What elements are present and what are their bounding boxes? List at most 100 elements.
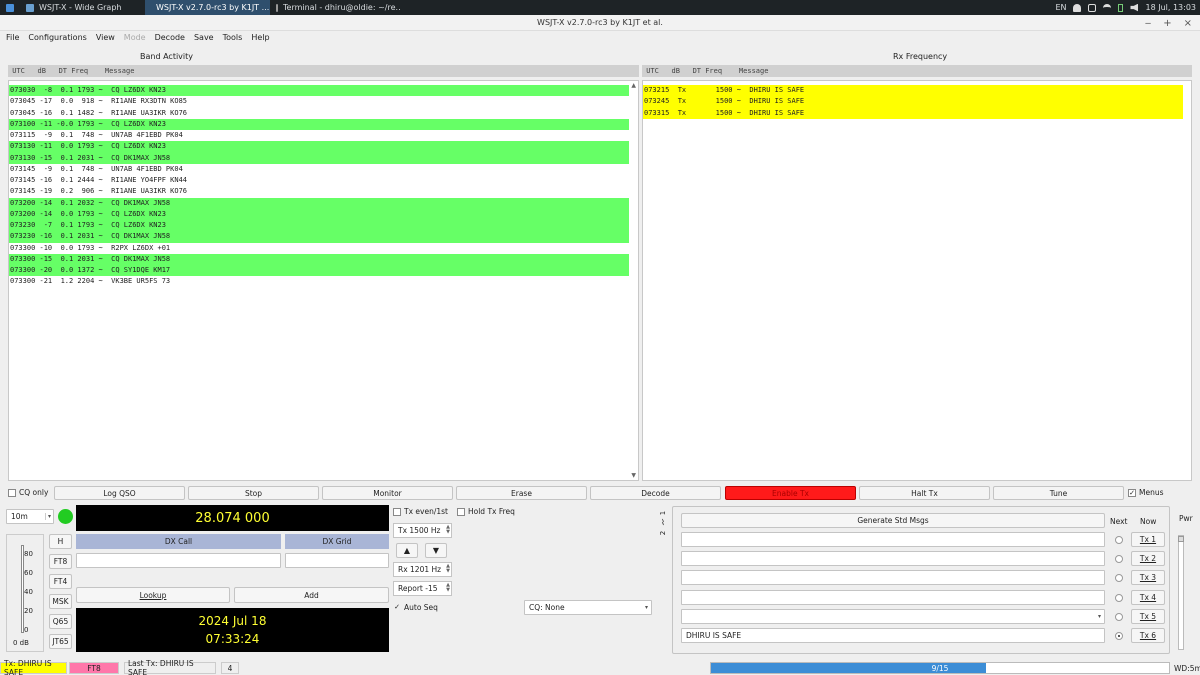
tx2-message-input[interactable] xyxy=(681,551,1105,567)
tune-button[interactable]: Tune xyxy=(993,486,1124,500)
menu-save[interactable]: Save xyxy=(194,33,214,42)
chevron-down-icon[interactable]: ▾ xyxy=(1098,613,1101,620)
tx-even-checkbox[interactable]: Tx even/1st xyxy=(393,507,448,516)
tx4-message-input[interactable] xyxy=(681,589,1105,605)
tx4-next-radio[interactable] xyxy=(1115,593,1123,602)
dx-call-input[interactable] xyxy=(76,553,281,568)
wifi-icon[interactable] xyxy=(1103,3,1112,12)
bluetooth-icon[interactable] xyxy=(1088,3,1097,12)
tx2-now-button[interactable]: Tx 2 xyxy=(1131,551,1165,567)
mode-h-button[interactable]: H xyxy=(49,534,72,549)
auto-seq-checkbox[interactable]: ✓ Auto Seq xyxy=(393,603,438,612)
menu-configurations[interactable]: Configurations xyxy=(28,33,86,42)
menus-checkbox[interactable]: ✓ Menus xyxy=(1128,488,1164,497)
cq-only-checkbox[interactable]: CQ only xyxy=(8,488,48,497)
generate-std-msgs-button[interactable]: Generate Std Msgs xyxy=(681,513,1105,528)
tab-1[interactable]: 1 xyxy=(658,506,668,520)
checkbox-box[interactable]: ✓ xyxy=(1128,488,1136,497)
checkbox-box[interactable] xyxy=(393,507,401,516)
band-activity-row[interactable]: 073130 -15 0.1 2031 ~ CQ DK1MAX JN58 xyxy=(9,152,629,164)
mode-ft4-button[interactable]: FT4 xyxy=(49,574,72,589)
tx-freq-spinbox[interactable]: Tx 1500 Hz ▲ ▼ xyxy=(393,523,452,538)
tx5-next-radio[interactable] xyxy=(1115,612,1123,621)
clock[interactable]: 18 Jul, 13:03 xyxy=(1145,3,1196,12)
scroll-up-icon[interactable]: ▲ xyxy=(631,82,636,89)
menu-decode[interactable]: Decode xyxy=(155,33,185,42)
monitor-button[interactable]: Monitor xyxy=(322,486,453,500)
down-arrow-button[interactable]: ▼ xyxy=(425,543,447,558)
spin-arrows-icon[interactable]: ▲ ▼ xyxy=(446,583,450,593)
stop-button[interactable]: Stop xyxy=(188,486,319,500)
dx-grid-input[interactable] xyxy=(285,553,389,568)
rx-frequency-row[interactable]: 073245 Tx 1500 ~ DHIRU IS SAFE xyxy=(643,96,1183,108)
hold-tx-freq-checkbox[interactable]: Hold Tx Freq xyxy=(457,507,515,516)
band-activity-row[interactable]: 073145 -16 0.1 2444 ~ RI1ANE YO4FPF KN44 xyxy=(9,175,629,186)
band-activity-row[interactable]: 073300 -15 0.1 2031 ~ CQ DK1MAX JN58 xyxy=(9,253,629,265)
tx1-now-button[interactable]: Tx 1 xyxy=(1131,532,1165,547)
tab-2[interactable]: 2 xyxy=(658,526,668,540)
enable-tx-button[interactable]: Enable Tx xyxy=(725,486,856,500)
log-qso-button[interactable]: Log QSO xyxy=(54,486,185,500)
band-activity-row[interactable]: 073300 -20 0.0 1372 ~ CQ SY1DQE KM17 xyxy=(9,265,629,277)
band-activity-row[interactable]: 073115 -9 0.1 748 ~ UN7AB 4F1EBD PK04 xyxy=(9,130,629,141)
tx6-message-input[interactable]: DHIRU IS SAFE xyxy=(681,628,1105,643)
close-icon[interactable]: × xyxy=(1184,18,1192,29)
spin-arrows-icon[interactable]: ▲ ▼ xyxy=(446,525,450,535)
up-arrow-button[interactable]: ▲ xyxy=(396,543,418,558)
scroll-down-icon[interactable]: ▼ xyxy=(631,472,636,479)
mode-q65-button[interactable]: Q65 xyxy=(49,614,72,629)
report-spinbox[interactable]: Report -15 ▲ ▼ xyxy=(393,581,452,596)
language-indicator[interactable]: EN xyxy=(1055,3,1066,12)
band-select[interactable]: 10m ▾ xyxy=(6,509,54,524)
add-button[interactable]: Add xyxy=(234,587,389,603)
tx4-now-button[interactable]: Tx 4 xyxy=(1131,589,1165,605)
rx-frequency-row[interactable]: 073315 Tx 1500 ~ DHIRU IS SAFE xyxy=(643,107,1183,119)
app-menu-icon[interactable] xyxy=(0,0,20,15)
menu-view[interactable]: View xyxy=(96,33,115,42)
mode-msk-button[interactable]: MSK xyxy=(49,594,72,609)
checkbox-box[interactable] xyxy=(8,488,16,497)
band-activity-row[interactable]: 073230 -16 0.1 2031 ~ CQ DK1MAX JN58 xyxy=(9,231,629,243)
cq-select[interactable]: CQ: None ▾ xyxy=(524,600,652,615)
power-slider-handle[interactable] xyxy=(1178,536,1184,542)
maximize-icon[interactable]: + xyxy=(1163,18,1171,29)
tx3-message-input[interactable] xyxy=(681,570,1105,586)
tx1-message-input[interactable] xyxy=(681,532,1105,547)
rx-freq-spinbox[interactable]: Rx 1201 Hz ▲ ▼ xyxy=(393,562,452,577)
lookup-button[interactable]: Lookup xyxy=(76,587,230,603)
checkmark-icon[interactable]: ✓ xyxy=(393,603,401,612)
power-slider[interactable] xyxy=(1178,535,1184,650)
rx-frequency-row[interactable]: 073215 Tx 1500 ~ DHIRU IS SAFE xyxy=(643,85,1183,97)
band-activity-row[interactable]: 073200 -14 0.0 1793 ~ CQ LZ6DX KN23 xyxy=(9,208,629,220)
band-activity-row[interactable]: 073100 -11 -0.0 1793 ~ CQ LZ6DX KN23 xyxy=(9,118,629,130)
tx5-message-input[interactable]: ▾ xyxy=(681,608,1105,624)
taskbar-wide-graph[interactable]: WSJT-X - Wide Graph xyxy=(20,0,145,15)
notification-icon[interactable] xyxy=(1073,3,1082,12)
battery-icon[interactable] xyxy=(1118,3,1124,12)
erase-button[interactable]: Erase xyxy=(456,486,587,500)
tx1-next-radio[interactable] xyxy=(1115,536,1123,544)
menu-file[interactable]: File xyxy=(6,33,19,42)
band-activity-row[interactable]: 073230 -7 0.1 1793 ~ CQ LZ6DX KN23 xyxy=(9,220,629,232)
halt-tx-button[interactable]: Halt Tx xyxy=(859,486,990,500)
checkbox-box[interactable] xyxy=(457,507,465,516)
band-activity-row[interactable]: 073300 -10 0.0 1793 ~ R2PX LZ6DX +01 xyxy=(9,243,629,254)
band-activity-row[interactable]: 073130 -11 0.0 1793 ~ CQ LZ6DX KN23 xyxy=(9,141,629,153)
mode-jt65-button[interactable]: JT65 xyxy=(49,634,72,649)
minimize-icon[interactable]: ‒ xyxy=(1145,18,1151,29)
volume-icon[interactable] xyxy=(1130,3,1139,12)
menu-tools[interactable]: Tools xyxy=(223,33,243,42)
taskbar-terminal[interactable]: Terminal - dhiru@oldie: ~/re... xyxy=(270,0,400,15)
mode-ft8-button[interactable]: FT8 xyxy=(49,554,72,569)
tx6-next-radio[interactable] xyxy=(1115,632,1123,640)
band-activity-list[interactable]: 073030 -8 0.1 1793 ~ CQ LZ6DX KN23 073045… xyxy=(8,80,639,481)
band-activity-row[interactable]: 073045 -16 0.1 1482 ~ RI1ANE UA3IKR KO76 xyxy=(9,108,629,119)
band-activity-row[interactable]: 073200 -14 0.1 2032 ~ CQ DK1MAX JN58 xyxy=(9,197,629,209)
band-activity-row[interactable]: 073145 -19 0.2 906 ~ RI1ANE UA3IKR KO76 xyxy=(9,186,629,197)
taskbar-wsjtx[interactable]: WSJT-X v2.7.0-rc3 by K1JT ... xyxy=(145,0,270,15)
menu-help[interactable]: Help xyxy=(251,33,269,42)
tx5-now-button[interactable]: Tx 5 xyxy=(1131,608,1165,624)
decode-button[interactable]: Decode xyxy=(590,486,721,500)
rx-frequency-list[interactable]: 073215 Tx 1500 ~ DHIRU IS SAFE 073245 Tx … xyxy=(642,80,1192,481)
band-activity-row[interactable]: 073030 -8 0.1 1793 ~ CQ LZ6DX KN23 xyxy=(9,85,629,97)
